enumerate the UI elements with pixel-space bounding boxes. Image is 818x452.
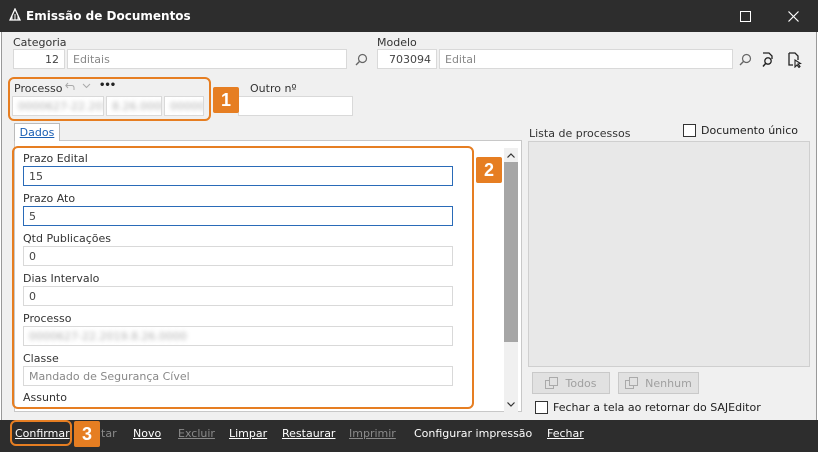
- excluir-button[interactable]: Excluir: [178, 427, 215, 440]
- nenhum-label: Nenhum: [645, 376, 692, 390]
- excluir-label: Excluir: [178, 427, 215, 440]
- close-button[interactable]: [770, 0, 816, 32]
- callout-badge-1: 1: [213, 87, 239, 113]
- restaurar-label: Restaurar: [282, 427, 336, 440]
- fechar-tela-box[interactable]: [535, 401, 548, 414]
- categoria-search-button[interactable]: [353, 51, 369, 67]
- callout-frame-1: [8, 77, 211, 121]
- documento-unico-checkbox[interactable]: Documento único: [683, 124, 798, 137]
- fechar-tela-label: Fechar a tela ao retornar do SAJEditor: [553, 401, 761, 414]
- modelo-preview-button[interactable]: [758, 49, 778, 69]
- categoria-name-field[interactable]: Editais: [67, 49, 347, 69]
- editar-button[interactable]: itar: [98, 427, 117, 440]
- chevron-up-icon: [507, 152, 515, 158]
- todos-label: Todos: [565, 376, 597, 390]
- fechar-button[interactable]: Fechar: [547, 427, 584, 440]
- callout-badge-3: 3: [74, 421, 100, 447]
- categoria-label: Categoria: [13, 36, 67, 49]
- outro-numero-label: Outro nº: [250, 82, 297, 95]
- todos-button[interactable]: Todos: [532, 372, 610, 394]
- scroll-up-button[interactable]: [504, 148, 518, 162]
- restaurar-button[interactable]: Restaurar: [282, 427, 335, 440]
- lista-processos-list[interactable]: [528, 141, 810, 367]
- maximize-icon: [739, 10, 751, 22]
- categoria-code-field[interactable]: 12: [13, 49, 65, 69]
- fechar-label: Fechar: [547, 427, 584, 440]
- configurar-impressao-button[interactable]: Configurar impressão: [414, 427, 532, 440]
- chevron-down-icon: [507, 401, 515, 407]
- select-none-icon: [625, 377, 639, 389]
- lista-processos-label: Lista de processos: [529, 127, 631, 140]
- novo-button[interactable]: Novo: [133, 427, 161, 440]
- search-icon: [355, 53, 367, 65]
- limpar-label: Limpar: [229, 427, 268, 440]
- novo-label: Novo: [133, 427, 162, 440]
- app-logo-icon: [8, 8, 22, 21]
- scroll-thumb[interactable]: [504, 162, 518, 342]
- tab-dados[interactable]: Dados: [14, 123, 60, 141]
- document-search-icon: [761, 51, 773, 67]
- callout-frame-2: [12, 146, 474, 409]
- outro-numero-field[interactable]: [238, 96, 353, 116]
- documento-unico-box[interactable]: [683, 124, 696, 137]
- fechar-tela-checkbox[interactable]: Fechar a tela ao retornar do SAJEditor: [535, 401, 761, 414]
- documento-unico-label: Documento único: [701, 124, 798, 137]
- nenhum-button[interactable]: Nenhum: [618, 372, 699, 394]
- imprimir-button[interactable]: Imprimir: [349, 427, 396, 440]
- select-all-icon: [545, 377, 559, 389]
- scroll-down-button[interactable]: [504, 397, 518, 411]
- maximize-button[interactable]: [722, 0, 768, 32]
- close-icon: [787, 10, 799, 22]
- callout-frame-3: [10, 420, 72, 446]
- imprimir-label: Imprimir: [349, 427, 396, 440]
- modelo-search-button[interactable]: [737, 51, 753, 67]
- document-select-icon: [787, 51, 802, 68]
- modelo-label: Modelo: [377, 36, 417, 49]
- limpar-button[interactable]: Limpar: [229, 427, 267, 440]
- title-bar: Emissão de Documentos: [0, 0, 818, 32]
- window-title: Emissão de Documentos: [26, 9, 191, 23]
- modelo-select-document-button[interactable]: [784, 49, 804, 69]
- bottom-toolbar: [0, 420, 818, 452]
- modelo-code-field[interactable]: 703094: [377, 49, 437, 69]
- modelo-name-field[interactable]: Edital: [439, 49, 733, 69]
- search-icon: [739, 53, 751, 65]
- callout-badge-2: 2: [476, 157, 502, 183]
